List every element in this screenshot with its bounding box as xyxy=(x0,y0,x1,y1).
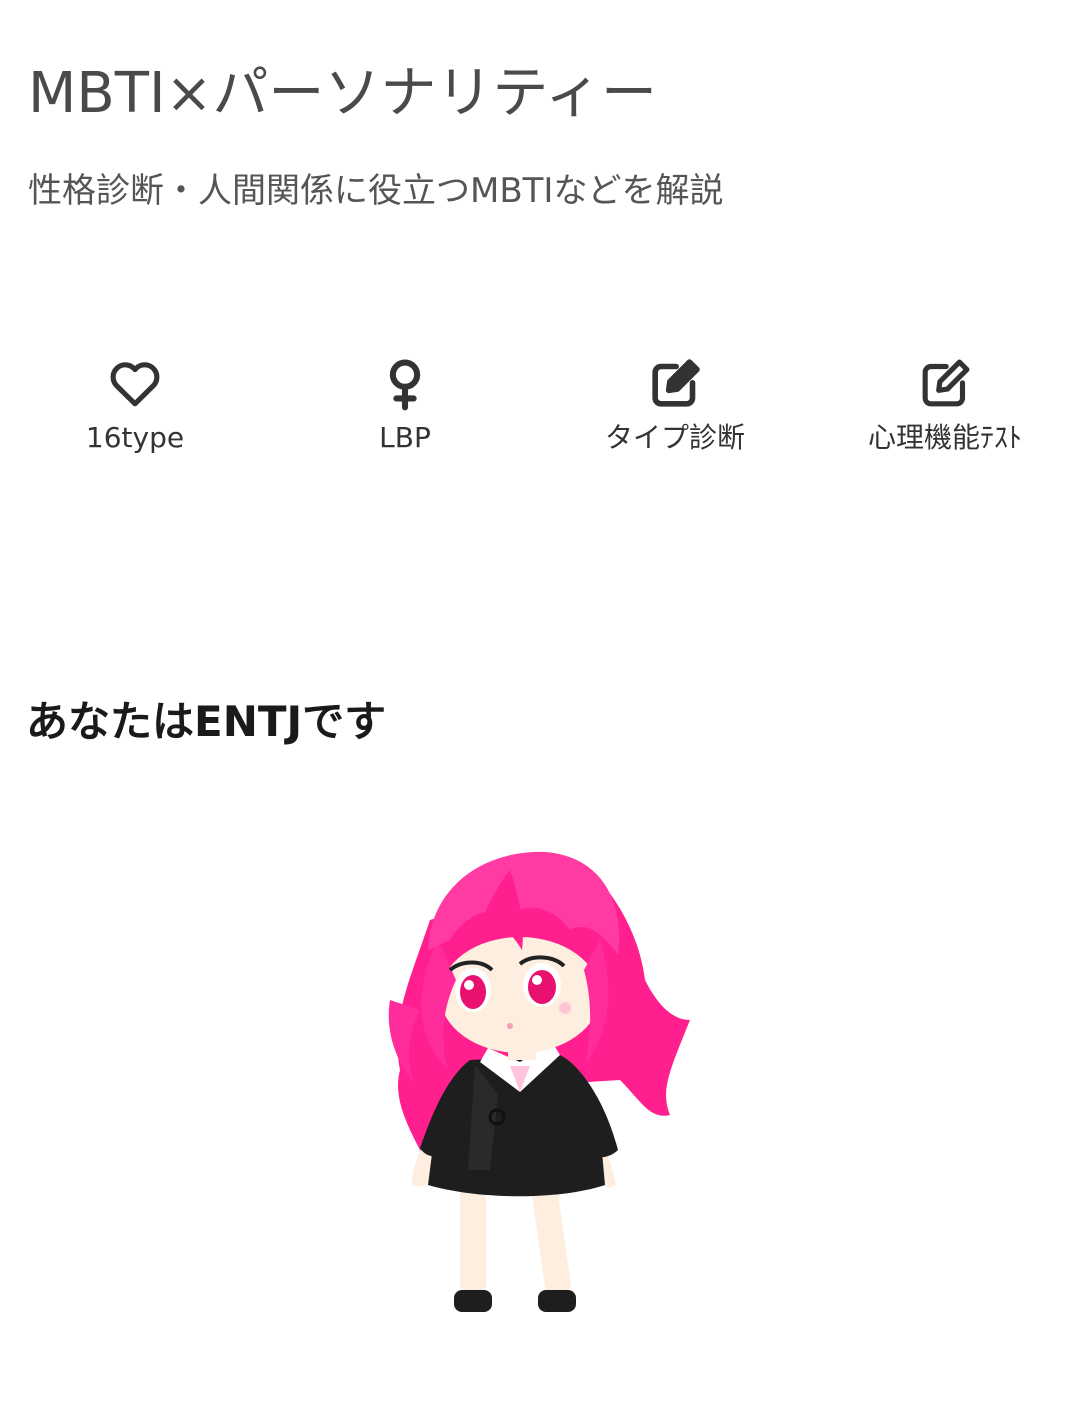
entj-character-illustration xyxy=(370,830,710,1330)
female-symbol-icon xyxy=(377,356,433,412)
nav-item-type-test[interactable]: タイプ診断 xyxy=(540,348,810,468)
nav-item-cognitive-function-test[interactable]: 心理機能ﾃｽﾄ xyxy=(810,348,1080,468)
nav-item-16type[interactable]: 16type xyxy=(0,348,270,468)
site-tagline: 性格診断・人間関係に役立つMBTIなどを解説 xyxy=(28,171,724,211)
nav-item-label: LBP xyxy=(379,421,431,454)
nav-item-lbp[interactable]: LBP xyxy=(270,348,540,468)
nav-item-label: 心理機能ﾃｽﾄ xyxy=(867,421,1022,454)
result-heading: あなたはENTJです xyxy=(26,697,387,746)
edit-square-outline-icon xyxy=(917,356,973,412)
nav-item-label: タイプ診断 xyxy=(604,421,745,454)
heart-icon xyxy=(107,356,163,412)
edit-square-filled-icon xyxy=(647,356,703,412)
icon-nav-menu: 16type LBP タイプ診断 心理機能ﾃｽﾄ xyxy=(0,348,1080,468)
site-title[interactable]: MBTI×パーソナリティー xyxy=(28,58,657,130)
nav-item-label: 16type xyxy=(85,421,185,454)
